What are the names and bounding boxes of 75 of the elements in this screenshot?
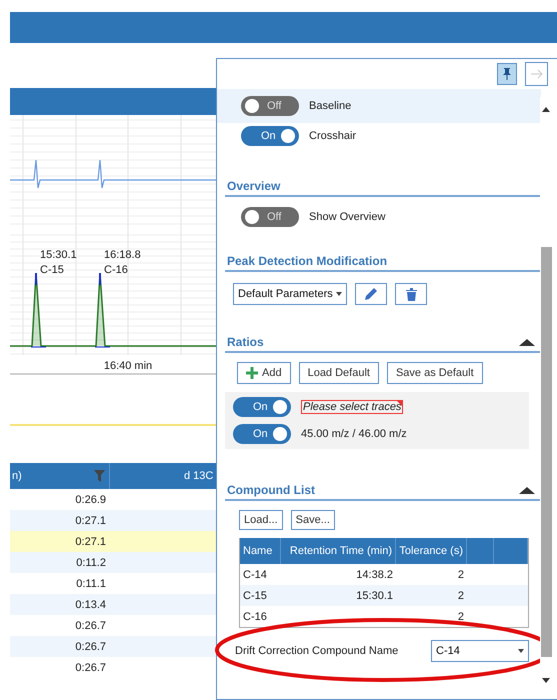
- scroll-down-icon[interactable]: [542, 678, 550, 683]
- action-button[interactable]: Load...: [239, 510, 283, 530]
- section-heading: Ratios: [227, 335, 264, 349]
- table-row[interactable]: 0:26.9: [10, 489, 216, 510]
- peak-name-label: C-15: [40, 264, 64, 276]
- trash-icon: [406, 288, 416, 300]
- table-cell-text: C-15: [242, 590, 268, 602]
- table-cell: 0:26.7: [75, 620, 106, 632]
- column-header[interactable]: d 13C: [184, 470, 214, 482]
- pencil-icon: [364, 287, 378, 301]
- section-heading: Compound List: [227, 483, 315, 497]
- toggle-switch[interactable]: On: [241, 126, 299, 146]
- table-cell-text: 2: [456, 590, 465, 602]
- toggle-label: Crosshair: [309, 130, 356, 142]
- table-row[interactable]: 0:27.1: [10, 510, 216, 531]
- parameters-dropdown[interactable]: Default Parameters: [233, 283, 347, 305]
- table-row[interactable]: C-16 2: [240, 606, 528, 627]
- column-header[interactable]: Tolerance (s): [399, 545, 463, 557]
- column-header[interactable]: Retention Time (min): [290, 545, 392, 557]
- toggle-switch[interactable]: On: [233, 397, 291, 417]
- field-label: Drift Correction Compound Name: [235, 645, 398, 657]
- table-row[interactable]: 0:11.1: [10, 573, 216, 594]
- plus-icon: [246, 367, 258, 379]
- column-header[interactable]: Name: [243, 545, 272, 557]
- table-cell: 0:11.2: [76, 556, 106, 568]
- scroll-up-icon[interactable]: [542, 107, 550, 112]
- pin-button[interactable]: [497, 63, 517, 85]
- add-button[interactable]: Add: [237, 362, 291, 384]
- table-cell-text: C-16: [242, 610, 268, 622]
- table-cell: 0:13.4: [75, 598, 106, 610]
- table-cell-text: 15:30.1: [355, 590, 394, 602]
- toggle-label: Show Overview: [309, 211, 386, 223]
- toggle-switch[interactable]: Off: [241, 207, 299, 227]
- peak-time-label: 15:30.1: [40, 249, 77, 261]
- scrollbar-thumb[interactable]: [541, 247, 552, 657]
- table-cell-text: 2: [456, 568, 465, 580]
- action-button[interactable]: Save...: [290, 510, 335, 530]
- table-cell-text: 14:38.2: [355, 568, 394, 580]
- table-cell: 0:26.9: [75, 494, 106, 506]
- table-row[interactable]: C-14 14:38.2 2: [240, 564, 528, 585]
- table-row[interactable]: 0:27.1: [10, 531, 216, 552]
- table-cell: 0:26.7: [75, 640, 106, 652]
- caret-down-icon: [336, 292, 342, 296]
- table-cell: 0:27.1: [75, 536, 106, 548]
- table-row[interactable]: 0:11.2: [10, 552, 216, 573]
- table-row[interactable]: C-15 15:30.1 2: [240, 585, 528, 606]
- column-header[interactable]: n): [12, 470, 22, 482]
- action-button[interactable]: Save as Default: [386, 362, 483, 384]
- edit-button[interactable]: [355, 283, 387, 305]
- table-cell-text: C-14: [242, 568, 268, 580]
- section-heading: Peak Detection Modification: [227, 254, 388, 268]
- table-cell-text: 2: [456, 610, 465, 622]
- axis-label: 16:40 min: [104, 360, 152, 372]
- table-cell: 0:27.1: [75, 514, 106, 526]
- trace-selector[interactable]: Please select traces: [301, 400, 404, 414]
- table-row[interactable]: 0:26.7: [10, 615, 216, 636]
- toggle-switch[interactable]: Off: [241, 96, 299, 116]
- arrow-button[interactable]: [525, 62, 548, 86]
- table-row[interactable]: 0:13.4: [10, 594, 216, 615]
- toggle-switch[interactable]: On: [233, 424, 291, 444]
- peak-time-label: 16:18.8: [104, 249, 141, 261]
- table-cell: 0:26.7: [75, 662, 106, 674]
- arrow-right-icon: [530, 69, 542, 79]
- pin-icon: [503, 68, 511, 80]
- compound-dropdown[interactable]: C-14: [431, 640, 529, 662]
- ratio-label: 45.00 m/z / 46.00 m/z: [301, 428, 407, 440]
- table-cell: 0:11.1: [76, 578, 106, 590]
- section-heading: Overview: [227, 179, 280, 193]
- delete-button[interactable]: [395, 283, 427, 305]
- caret-down-icon: [518, 649, 524, 653]
- toggle-label: Baseline: [309, 100, 352, 112]
- table-row[interactable]: 0:26.7: [10, 657, 216, 678]
- table-row[interactable]: 0:26.7: [10, 636, 216, 657]
- peak-name-label: C-16: [104, 264, 128, 276]
- action-button[interactable]: Load Default: [298, 362, 379, 384]
